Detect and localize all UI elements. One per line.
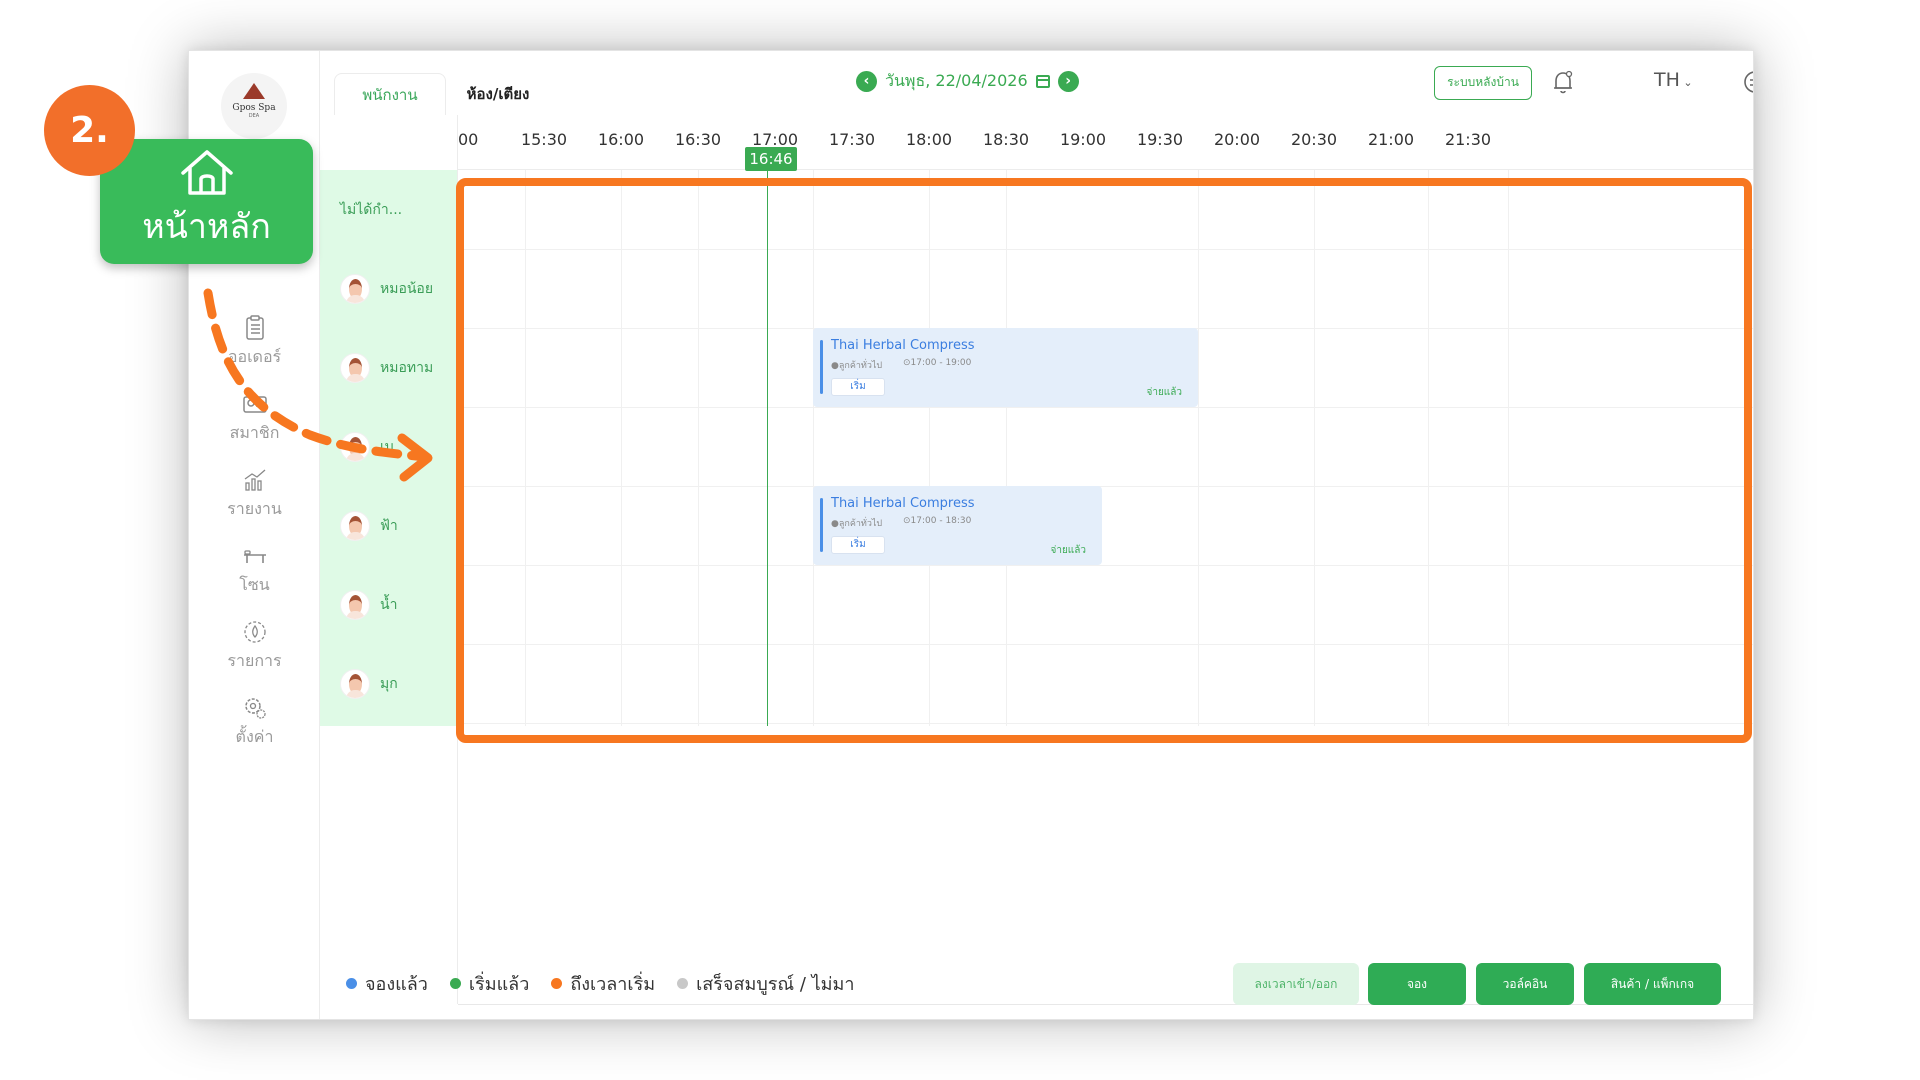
time-tick: 21:00 — [1367, 130, 1415, 149]
staff-row[interactable]: มุก — [320, 644, 457, 723]
legend-dot — [449, 978, 461, 989]
staff-row[interactable]: น้ำ — [320, 565, 457, 644]
status-legend: จองแล้ว เริ่มแล้ว ถึงเวลาเริ่ม เสร็จสมบู… — [346, 969, 855, 998]
schedule-highlight-frame — [456, 178, 1752, 743]
sidebar-item-label: รายการ — [227, 651, 282, 670]
timeline-header: 00 15:30 16:00 16:30 17:00 17:30 18:00 1… — [457, 115, 1753, 170]
sidebar-item-label: โซน — [239, 575, 270, 594]
product-package-button[interactable]: สินค้า / แพ็กเกจ — [1584, 963, 1721, 1005]
staff-name: มุก — [380, 675, 398, 692]
home-icon — [179, 147, 235, 199]
current-date[interactable]: วันพุธ, 22/04/2026 — [885, 69, 1028, 94]
avatar — [340, 510, 370, 541]
prev-day-button[interactable]: ‹ — [856, 70, 877, 92]
legend-dot — [677, 978, 689, 989]
staff-name: ไม่ได้กำ... — [340, 201, 403, 218]
legend-dot — [551, 978, 563, 989]
time-tick: 19:30 — [1136, 130, 1184, 149]
time-tick: 21:30 — [1444, 130, 1492, 149]
current-time-badge: 16:46 — [745, 147, 797, 171]
legend-due: ถึงเวลาเริ่ม — [551, 969, 655, 998]
lotus-logo-icon — [243, 83, 265, 99]
avatar — [340, 589, 370, 620]
time-tick: 17:30 — [828, 130, 876, 149]
legend-dot — [346, 978, 357, 989]
sidebar-item-zone[interactable]: โซน — [189, 541, 320, 598]
chevron-down-icon: ⌄ — [1679, 76, 1693, 89]
tab-room-bed[interactable]: ห้อง/เตียง — [448, 73, 548, 115]
book-button[interactable]: จอง — [1368, 963, 1466, 1005]
time-tick: 19:00 — [1059, 130, 1107, 149]
screenshot-stage: Gpos Spa DEA แคชเชียร์ ออเดอร์ สมาชิก — [0, 0, 1920, 1080]
time-tick: 15:30 — [520, 130, 568, 149]
brand-name: Gpos Spa — [232, 103, 276, 113]
sidebar-item-label: ตั้งค่า — [235, 727, 274, 746]
time-tick: 20:30 — [1290, 130, 1338, 149]
legend-label: เริ่มแล้ว — [468, 974, 530, 995]
staff-row[interactable]: ฟ้า — [320, 486, 457, 565]
time-tick: 16:30 — [674, 130, 722, 149]
avatar — [340, 668, 370, 699]
time-tick: 20:00 — [1213, 130, 1261, 149]
massage-bed-icon — [240, 541, 270, 571]
legend-label: เสร็จสมบูรณ์ / ไม่มา — [696, 974, 855, 995]
sidebar-item-service[interactable]: รายการ — [189, 617, 320, 674]
brand-logo[interactable]: Gpos Spa DEA — [221, 73, 287, 139]
time-tick: 16:00 — [597, 130, 645, 149]
backoffice-button[interactable]: ระบบหลังบ้าน — [1434, 66, 1532, 100]
calendar-icon[interactable] — [1035, 74, 1050, 88]
walk-in-button[interactable]: วอล์คอิน — [1476, 963, 1574, 1005]
legend-label: ถึงเวลาเริ่ม — [570, 974, 656, 995]
language-value: TH — [1654, 69, 1680, 91]
date-navigator: ‹ วันพุธ, 22/04/2026 › — [856, 69, 1079, 93]
legend-label: จองแล้ว — [365, 974, 428, 995]
legend-done: เสร็จสมบูรณ์ / ไม่มา — [677, 969, 855, 998]
staff-row-unassigned[interactable]: ไม่ได้กำ... — [320, 170, 457, 249]
gear-icon — [240, 693, 270, 723]
swap-icon[interactable] — [1742, 69, 1753, 95]
sidebar-item-label: รายงาน — [227, 499, 282, 518]
legend-started: เริ่มแล้ว — [449, 969, 530, 998]
staff-name: น้ำ — [380, 596, 398, 613]
time-tick: 18:00 — [905, 130, 953, 149]
home-menu-callout[interactable]: หน้าหลัก — [100, 139, 313, 264]
legend-booked: จองแล้ว — [346, 969, 428, 998]
lotus-service-icon — [240, 617, 270, 647]
brand-sub: DEA — [248, 113, 260, 119]
bell-icon[interactable] — [1550, 68, 1576, 96]
next-day-button[interactable]: › — [1057, 70, 1079, 92]
staff-name: ฟ้า — [380, 517, 398, 534]
step-number-badge: 2. — [44, 85, 135, 176]
check-in-out-button[interactable]: ลงเวลาเข้า/ออก — [1233, 963, 1359, 1005]
home-label: หน้าหลัก — [142, 207, 271, 247]
time-tick: 18:30 — [982, 130, 1030, 149]
sidebar-item-settings[interactable]: ตั้งค่า — [189, 693, 320, 750]
dashed-arrow-icon — [203, 288, 433, 482]
time-tick: 00 — [458, 130, 479, 149]
top-bar: พนักงาน ห้อง/เตียง ‹ วันพุธ, 22/04/2026 … — [320, 51, 1753, 115]
language-selector[interactable]: TH ⌄ — [1654, 69, 1693, 91]
tab-staff[interactable]: พนักงาน — [334, 73, 446, 115]
